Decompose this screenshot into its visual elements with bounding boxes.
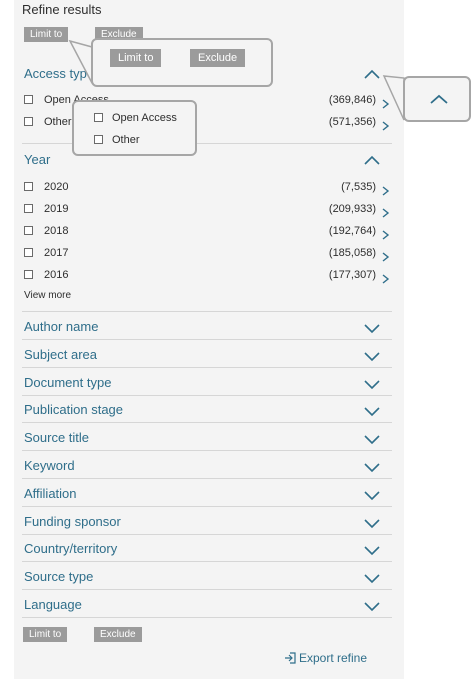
facet-heading[interactable]: Funding sponsor (24, 514, 121, 529)
facet-heading[interactable]: Document type (24, 375, 111, 390)
zoom-callout-access (72, 100, 197, 156)
zoom-exclude-button: Exclude (190, 49, 246, 67)
access-other-count: (571,356) (328, 116, 376, 128)
access-other-checkbox[interactable] (24, 117, 33, 126)
year-2017-label: 2017 (44, 247, 69, 259)
divider (22, 311, 392, 312)
zoom-chevron-up-icon (430, 94, 448, 104)
chevron-down-icon[interactable] (364, 574, 380, 584)
divider (22, 589, 392, 591)
divider (22, 422, 392, 424)
year-2017-checkbox[interactable] (24, 248, 33, 257)
year-heading[interactable]: Year (24, 152, 50, 167)
divider (22, 617, 392, 618)
chevron-down-icon[interactable] (364, 435, 380, 445)
divider (22, 561, 392, 563)
divider (22, 533, 392, 535)
chevron-down-icon[interactable] (364, 407, 380, 417)
year-2019-count: (209,933) (328, 203, 376, 215)
chevron-down-icon[interactable] (364, 463, 380, 473)
year-2020-label: 2020 (44, 181, 69, 193)
export-refine-label: Export refine (299, 651, 368, 665)
zoom-other-checkbox (94, 135, 103, 144)
zoom-open-checkbox (94, 113, 103, 122)
chevron-down-icon[interactable] (364, 352, 380, 362)
chevron-down-icon[interactable] (364, 491, 380, 501)
facet-heading[interactable]: Language (24, 597, 82, 612)
year-2017-count: (185,058) (328, 247, 376, 259)
year-2019-checkbox[interactable] (24, 204, 33, 213)
chevron-right-icon[interactable] (382, 183, 390, 196)
divider (22, 394, 392, 396)
year-2019-label: 2019 (44, 203, 69, 215)
exclude-button-bottom[interactable]: Exclude (94, 627, 142, 642)
divider (22, 478, 392, 479)
facet-heading[interactable]: Publication stage (24, 402, 123, 417)
chevron-right-icon[interactable] (382, 205, 390, 218)
export-refine-link[interactable]: Export refine (284, 651, 367, 667)
chevron-down-icon[interactable] (364, 546, 380, 556)
year-2016-count: (177,307) (328, 269, 376, 281)
divider (22, 450, 392, 452)
view-more-link[interactable]: View more (24, 290, 71, 301)
year-2016-label: 2016 (44, 269, 69, 281)
zoom-open-label: Open Access (112, 112, 177, 124)
chevron-down-icon[interactable] (364, 380, 380, 390)
year-2020-count: (7,535) (341, 181, 376, 193)
access-open-count: (369,846) (328, 94, 376, 106)
chevron-down-icon[interactable] (364, 602, 380, 612)
export-icon (284, 652, 297, 667)
year-2020-checkbox[interactable] (24, 182, 33, 191)
limit-to-button-bottom[interactable]: Limit to (23, 627, 68, 642)
year-2018-checkbox[interactable] (24, 226, 33, 235)
chevron-down-icon[interactable] (364, 324, 380, 334)
divider (22, 366, 392, 368)
facet-heading[interactable]: Subject area (24, 347, 97, 362)
facet-heading[interactable]: Source title (24, 430, 89, 445)
access-open-checkbox[interactable] (24, 95, 33, 104)
year-2018-count: (192,764) (328, 225, 376, 237)
chevron-down-icon[interactable] (364, 519, 380, 529)
chevron-up-icon[interactable] (364, 69, 380, 79)
facet-heading[interactable]: Country/territory (24, 541, 117, 556)
limit-to-button[interactable]: Limit to (24, 27, 69, 42)
facet-heading[interactable]: Affiliation (24, 486, 77, 501)
divider (22, 339, 392, 340)
facet-heading[interactable]: Author name (24, 319, 98, 334)
chevron-right-icon[interactable] (382, 227, 390, 240)
zoom-limit-to-button: Limit to (110, 49, 162, 67)
chevron-right-icon[interactable] (382, 249, 390, 262)
year-2018-label: 2018 (44, 225, 69, 237)
access-other-label: Other (44, 116, 72, 128)
refine-title: Refine results (22, 2, 102, 17)
chevron-up-icon[interactable] (364, 155, 380, 165)
divider (22, 505, 392, 507)
chevron-right-icon[interactable] (382, 271, 390, 284)
year-2016-checkbox[interactable] (24, 270, 33, 279)
facet-heading[interactable]: Keyword (24, 458, 75, 473)
zoom-other-label: Other (112, 134, 140, 146)
facet-heading[interactable]: Source type (24, 569, 93, 584)
